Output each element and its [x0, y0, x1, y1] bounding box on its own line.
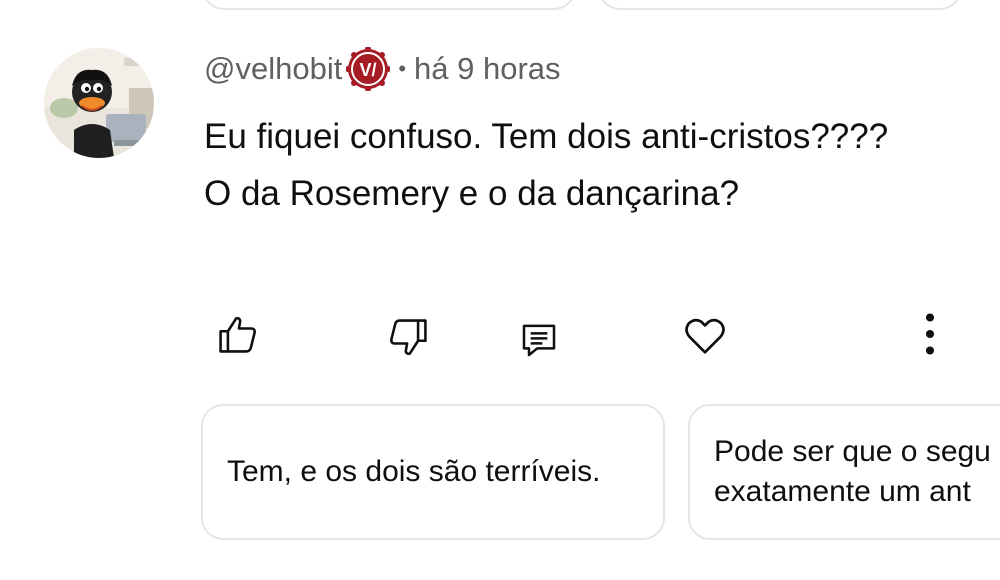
comment-thread: @velhobit V/ • há 9 horas Eu fiquei conf…	[0, 0, 1000, 580]
comment-body: Eu fiquei confuso. Tem dois anti-cristos…	[204, 117, 889, 213]
meta-separator: •	[398, 56, 407, 81]
suggested-reply-chip[interactable]: Tem, e os dois são terríveis.	[201, 404, 665, 540]
suggested-reply-chip[interactable]: Pode ser que o segu exatamente um ant	[688, 404, 1000, 540]
like-button[interactable]	[210, 306, 266, 362]
comment-actions	[0, 306, 1000, 366]
suggested-reply-chip-top-left[interactable]	[202, 0, 576, 10]
more-vertical-icon	[925, 313, 935, 355]
reply-button[interactable]	[511, 312, 567, 368]
suggested-reply-line: exatamente um ant	[714, 475, 971, 508]
badge-text: V/	[360, 60, 377, 80]
heart-button[interactable]	[677, 308, 733, 364]
heart-icon	[685, 318, 725, 354]
dislike-button[interactable]	[380, 310, 436, 366]
author-handle[interactable]: @velhobit	[204, 51, 342, 87]
muppet-avatar-icon	[44, 48, 154, 158]
avatar[interactable]	[44, 48, 154, 158]
suggested-reply-line: Pode ser que o segu	[714, 435, 991, 468]
suggested-reply-text: Pode ser que o segu exatamente um ant	[714, 432, 991, 512]
suggested-reply-text: Tem, e os dois são terríveis.	[227, 455, 601, 488]
more-options-button[interactable]	[902, 306, 958, 362]
comment-timestamp[interactable]: há 9 horas	[414, 51, 561, 87]
thumbs-down-icon	[390, 319, 427, 356]
member-badge-icon: V/	[345, 46, 392, 92]
suggested-reply-chip-top-right[interactable]	[598, 0, 962, 10]
reply-icon	[522, 324, 556, 357]
thumbs-up-icon	[219, 316, 256, 353]
comment-meta: @velhobit V/ • há 9 horas	[204, 46, 561, 92]
